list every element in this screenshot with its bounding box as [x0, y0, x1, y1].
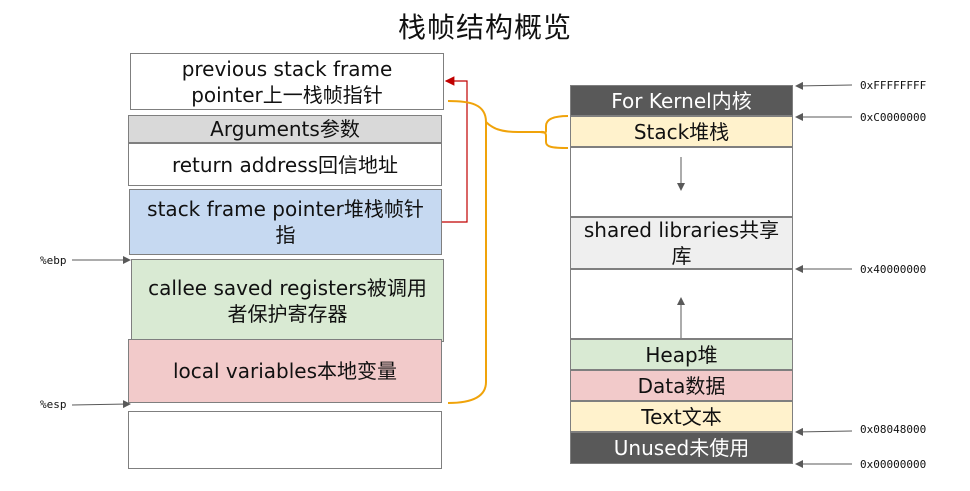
address-ffffffff-arrow	[795, 81, 853, 90]
brace-connector	[485, 121, 540, 133]
diagram-connectors	[71, 76, 853, 468]
stack-region-brace	[539, 115, 569, 149]
esp-arrow	[71, 400, 131, 409]
address-08048000-arrow	[795, 427, 853, 436]
